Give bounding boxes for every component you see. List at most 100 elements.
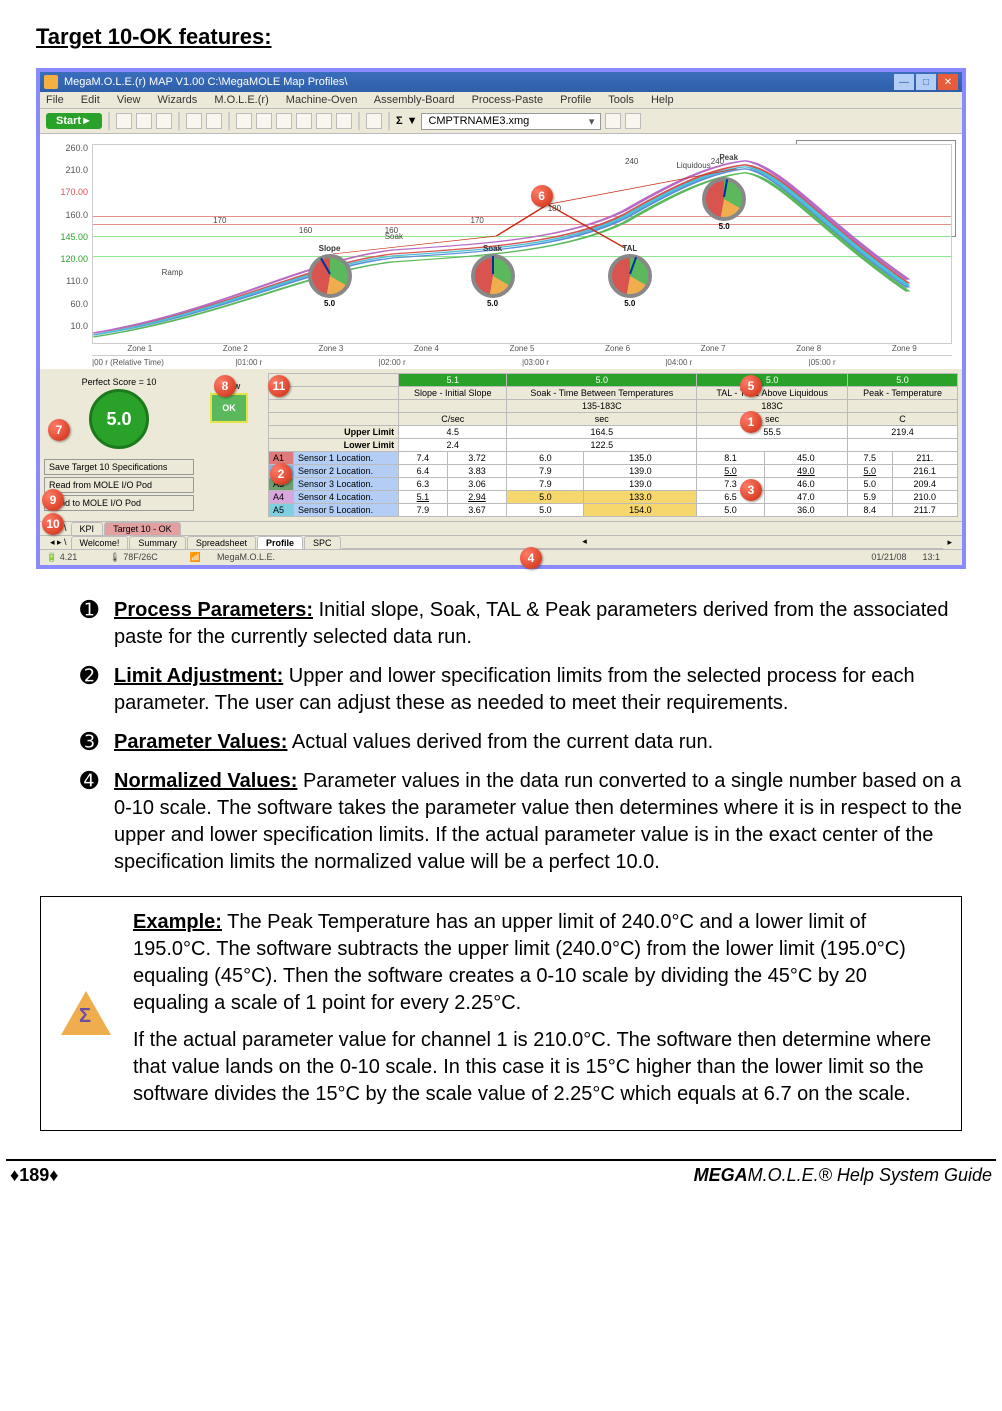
print-icon[interactable] (156, 113, 172, 129)
item4-label: Normalized Values: (114, 770, 297, 792)
down-arrow-icon[interactable]: ▼ (407, 115, 418, 127)
save-target10-button[interactable]: Save Target 10 Specifications (44, 459, 194, 475)
menu-help[interactable]: Help (651, 94, 674, 106)
zoom-out-icon[interactable] (206, 113, 222, 129)
zoom-in-icon[interactable] (186, 113, 202, 129)
col-unit: sec (507, 413, 697, 426)
zone-labels: Zone 1 Zone 2 Zone 3 Zone 4 Zone 5 Zone … (92, 344, 952, 353)
cell[interactable]: 2.4 (399, 439, 507, 452)
tab-summary[interactable]: Summary (129, 536, 186, 549)
gauge-value: 5.0 (719, 222, 730, 231)
menu-edit[interactable]: Edit (81, 94, 100, 106)
y-axis: 260.0 210.0 170.00 160.0 145.00 120.00 1… (50, 144, 92, 344)
peak-score: 5.0 (848, 374, 958, 387)
file-dropdown-value: CMPTRNAME3.xmg (428, 115, 529, 128)
cell[interactable]: 4.5 (399, 426, 507, 439)
y-tick: 120.00 (60, 255, 88, 277)
x-tick: |00 r (Relative Time) (92, 358, 235, 367)
close-button[interactable]: ✕ (938, 74, 958, 90)
temp-label: 240 (711, 157, 724, 166)
status-date: 01/21/08 (871, 552, 906, 563)
callout-6: 6 (531, 185, 553, 207)
tool-b-icon[interactable] (256, 113, 272, 129)
slope-gauge: Slope 5.0 (308, 254, 352, 298)
tool-d-icon[interactable] (296, 113, 312, 129)
tab-kpi[interactable]: KPI (71, 522, 104, 535)
bullet-1-icon: ➊ (80, 597, 114, 651)
y-tick: 170.00 (60, 188, 88, 210)
callout-11: 11 (268, 375, 290, 397)
item2-label: Limit Adjustment: (114, 665, 283, 687)
chevron-down-icon: ▾ (589, 115, 595, 128)
send-pod-button[interactable]: Send to MOLE I/O Pod (44, 495, 194, 511)
x-tick: |01:00 r (235, 358, 378, 367)
tool-f-icon[interactable] (336, 113, 352, 129)
gauge-label: Soak (483, 244, 502, 253)
table-row: A1Sensor 1 Location.7.43.726.0135.08.145… (269, 452, 958, 465)
status-temp: 78F/26C (123, 552, 158, 562)
tal-score: 5.0 (697, 374, 848, 387)
tab-target10[interactable]: Target 10 - OK (104, 522, 181, 535)
parameter-table: 5.1 5.0 5.0 5.0 Slope - Initial Slope So… (268, 373, 958, 517)
cell[interactable]: 122.5 (507, 439, 697, 452)
menu-wizards[interactable]: Wizards (158, 94, 198, 106)
tool-c-icon[interactable] (276, 113, 292, 129)
page-number: ♦189♦ (10, 1165, 58, 1186)
slope-score: 5.1 (399, 374, 507, 387)
tool-a-icon[interactable] (236, 113, 252, 129)
y-tick: 210.0 (65, 166, 88, 188)
warning-sigma-icon: Σ (61, 989, 111, 1039)
callout-2: 2 (270, 463, 292, 485)
page-footer: ♦189♦ MEGAM.O.L.E.® Help System Guide (0, 1161, 1002, 1204)
menu-tools[interactable]: Tools (608, 94, 634, 106)
tab-welcome[interactable]: Welcome! (71, 536, 129, 549)
menu-process-paste[interactable]: Process-Paste (472, 94, 544, 106)
open-icon[interactable] (116, 113, 132, 129)
tool-e-icon[interactable] (316, 113, 332, 129)
menu-assembly-board[interactable]: Assembly-Board (374, 94, 455, 106)
minimize-button[interactable]: — (894, 74, 914, 90)
cell[interactable]: 219.4 (848, 426, 958, 439)
file-dropdown[interactable]: CMPTRNAME3.xmg ▾ (421, 113, 601, 130)
nav-down-icon[interactable] (625, 113, 641, 129)
lower-limit-label: Lower Limit (269, 439, 399, 452)
title-bar: MegaM.O.L.E.(r) MAP V1.00 C:\MegaMOLE Ma… (40, 72, 962, 92)
zone-label: Zone 2 (188, 344, 284, 353)
toolbar: Start► Σ ▼ CMPTRNAME3.xmg ▾ (40, 109, 962, 134)
help-icon[interactable] (366, 113, 382, 129)
zone-label: Zone 1 (92, 344, 188, 353)
score-circle: 5.0 (89, 389, 149, 449)
cell[interactable]: 164.5 (507, 426, 697, 439)
status-time: 13:1 (922, 552, 940, 563)
menu-bar: File Edit View Wizards M.O.L.E.(r) Machi… (40, 92, 962, 109)
chart-area: 70.00 cm/min M: ~Electrovert_OmniFlo 7 M… (40, 134, 962, 369)
menu-profile[interactable]: Profile (560, 94, 591, 106)
callout-10: 10 (42, 513, 64, 535)
example-label: Example: (133, 911, 222, 933)
nav-up-icon[interactable] (605, 113, 621, 129)
tab-spc[interactable]: SPC (304, 536, 341, 549)
menu-file[interactable]: File (46, 94, 64, 106)
x-axis: |00 r (Relative Time) |01:00 r |02:00 r … (92, 355, 952, 367)
gauge-value: 5.0 (624, 299, 635, 308)
tab-profile[interactable]: Profile (257, 536, 303, 549)
tab-spreadsheet[interactable]: Spreadsheet (187, 536, 256, 549)
callout-3: 3 (740, 479, 762, 501)
soak-score: 5.0 (507, 374, 697, 387)
menu-view[interactable]: View (117, 94, 141, 106)
maximize-button[interactable]: □ (916, 74, 936, 90)
col-header: Soak - Time Between Temperatures (507, 387, 697, 400)
col-unit: sec (697, 413, 848, 426)
peak-gauge: 5.0 (702, 177, 746, 221)
temp-label: 160 (299, 226, 312, 235)
cell[interactable]: 55.5 (697, 426, 848, 439)
menu-mole[interactable]: M.O.L.E.(r) (214, 94, 268, 106)
data-panel: Perfect Score = 10 5.0 Save Target 10 Sp… (40, 369, 962, 521)
read-pod-button[interactable]: Read from MOLE I/O Pod (44, 477, 194, 493)
sigma-icon[interactable]: Σ (396, 115, 403, 127)
menu-machine-oven[interactable]: Machine-Oven (286, 94, 358, 106)
start-button[interactable]: Start► (46, 113, 102, 129)
save-icon[interactable] (136, 113, 152, 129)
liquidous-label: Liquidous (676, 161, 710, 170)
temp-label: 170 (471, 216, 484, 225)
